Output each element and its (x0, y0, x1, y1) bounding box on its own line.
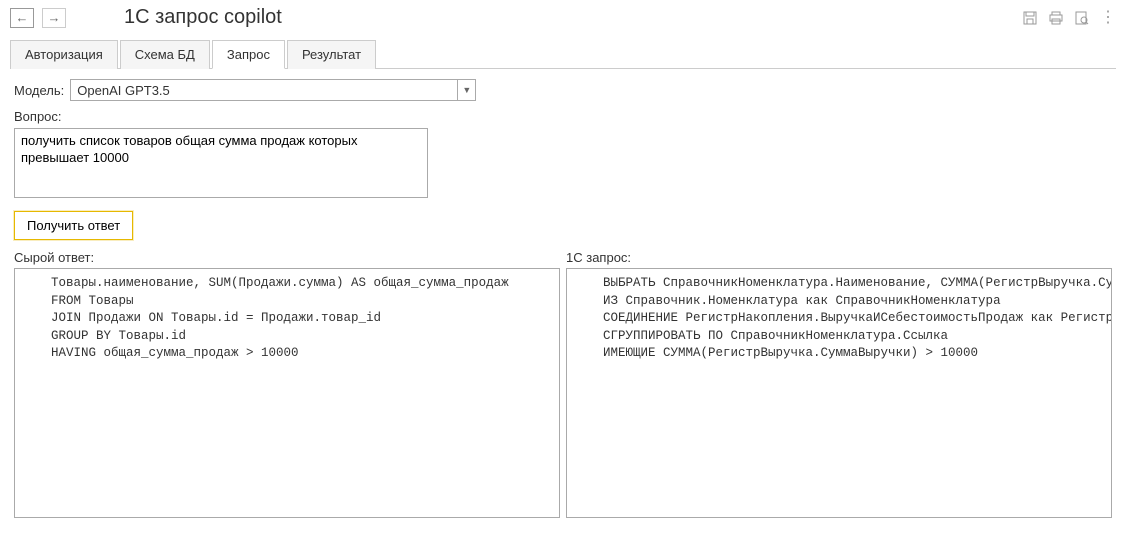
submit-button[interactable]: Получить ответ (14, 211, 133, 240)
save-icon[interactable] (1022, 10, 1038, 26)
tab-label: Результат (302, 47, 361, 62)
content-area: Модель: OpenAI GPT3.5 ▼ Вопрос: Получить… (0, 69, 1126, 528)
query-output-column: 1С запрос: ВЫБРАТЬ СправочникНоменклатур… (566, 250, 1112, 518)
model-label: Модель: (14, 83, 64, 98)
question-label: Вопрос: (14, 109, 62, 124)
query-output-code: ВЫБРАТЬ СправочникНоменклатура.Наименова… (575, 275, 1103, 363)
page-title: 1С запрос copilot (124, 6, 282, 29)
question-input[interactable] (14, 128, 428, 198)
raw-output-column: Сырой ответ: Товары.наименование, SUM(Пр… (14, 250, 560, 518)
tab-label: Запрос (227, 47, 270, 62)
model-select-value: OpenAI GPT3.5 (71, 80, 457, 100)
back-button[interactable]: ← (10, 8, 34, 28)
tab-bar: Авторизация Схема БД Запрос Результат (10, 39, 1116, 69)
chevron-down-icon: ▼ (462, 85, 471, 95)
model-select[interactable]: OpenAI GPT3.5 ▼ (70, 79, 476, 101)
tab-schema[interactable]: Схема БД (120, 40, 210, 69)
forward-button[interactable]: → (42, 8, 66, 28)
preview-icon[interactable] (1074, 10, 1090, 26)
tab-label: Схема БД (135, 47, 195, 62)
header: ← → 1С запрос copilot ⋮ (0, 0, 1126, 35)
arrow-left-icon: ← (16, 10, 29, 25)
outputs: Сырой ответ: Товары.наименование, SUM(Пр… (14, 250, 1112, 518)
tab-label: Авторизация (25, 47, 103, 62)
raw-output-box[interactable]: Товары.наименование, SUM(Продажи.сумма) … (14, 268, 560, 518)
submit-button-label: Получить ответ (27, 218, 120, 233)
query-output-box[interactable]: ВЫБРАТЬ СправочникНоменклатура.Наименова… (566, 268, 1112, 518)
arrow-right-icon: → (48, 10, 61, 25)
tab-auth[interactable]: Авторизация (10, 40, 118, 69)
tab-result[interactable]: Результат (287, 40, 376, 69)
more-icon[interactable]: ⋮ (1100, 10, 1116, 26)
print-icon[interactable] (1048, 10, 1064, 26)
tab-query[interactable]: Запрос (212, 40, 285, 69)
query-output-label: 1С запрос: (566, 250, 1112, 265)
raw-output-label: Сырой ответ: (14, 250, 560, 265)
dropdown-button[interactable]: ▼ (457, 80, 475, 100)
model-row: Модель: OpenAI GPT3.5 ▼ (14, 79, 1112, 101)
raw-output-code: Товары.наименование, SUM(Продажи.сумма) … (23, 275, 551, 363)
header-actions: ⋮ (1022, 10, 1116, 26)
